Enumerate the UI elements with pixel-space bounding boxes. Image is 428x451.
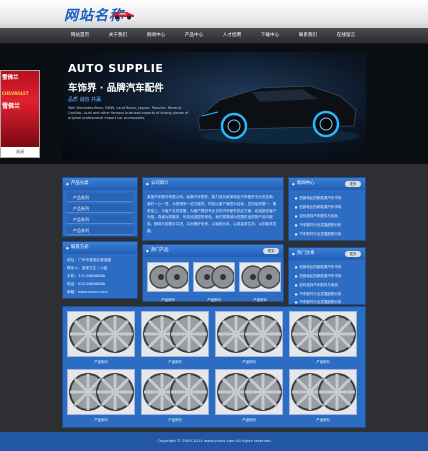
banner-slide[interactable]: AUTO SUPPLIE 车饰界 · 品牌汽车配件 品质 诚信 共赢 Well …	[62, 52, 366, 160]
hot-news-panel: 热门文章 更多 西部地区的新能源汽车市场 西部地区的新能源汽车市场 如何选择汽车…	[288, 247, 366, 305]
category-panel: 产品分类 产品系列 产品系列 产品系列 产品系列	[62, 177, 138, 237]
hot-news-item[interactable]: 汽车配件行业发展趋势分析	[295, 300, 341, 305]
gallery-thumb[interactable]	[215, 369, 283, 415]
wheel-image	[68, 370, 134, 414]
wheel-image	[194, 263, 235, 291]
news-item[interactable]: 西部地区的新能源汽车市场	[295, 205, 341, 210]
contact-mobile: 手机：131-88888888	[67, 274, 106, 278]
contact-panel: 联系方式 地址：广州市某某区某某路 联系人：某某先生 / 小姐 手机：131-8…	[62, 241, 138, 299]
about-panel: 公司简介 某某汽车配件有限公司，经营汽车配件，致力成为某某地区汽车配件专业供应商…	[142, 177, 284, 241]
product-caption: 产品系列	[253, 298, 267, 302]
contact-phone: 电话：020-88888888	[67, 282, 106, 286]
floating-ad[interactable]: 雪佛兰 CHEVROLET 雪佛兰 关闭	[0, 70, 40, 158]
news-item[interactable]: 汽车配件行业发展趋势分析	[295, 223, 341, 228]
contact-email: 邮箱：www.xxxxx.com	[67, 290, 108, 294]
hot-news-item[interactable]: 汽车配件行业发展趋势分析	[295, 292, 341, 297]
wheel-image	[290, 370, 356, 414]
hot-news-item[interactable]: 西部地区的新能源汽车市场	[295, 265, 341, 270]
gallery-caption: 产品系列	[242, 418, 256, 422]
hot-news-item[interactable]: 如何选择汽车配件与用品	[295, 283, 338, 288]
hot-products-panel: 热门产品 更多 产品系列 产品系列 产品系列	[142, 244, 284, 302]
ad-brand: 雪佛兰	[2, 75, 19, 81]
nav-home[interactable]: 网站首页	[62, 28, 98, 44]
wheel-image	[240, 263, 281, 291]
product-thumb[interactable]	[239, 262, 281, 292]
hot-products-more-button[interactable]: 更多	[263, 248, 279, 254]
nav-contact[interactable]: 联系我们	[290, 28, 326, 44]
news-item[interactable]: 如何选择汽车配件与用品	[295, 214, 338, 219]
gallery-caption: 产品系列	[168, 418, 182, 422]
copyright-text: Copyright © 2009-2014 www.yxxxx.com All …	[157, 438, 271, 443]
wheel-image	[142, 312, 208, 356]
nav-message[interactable]: 在线留言	[328, 28, 364, 44]
gallery-caption: 产品系列	[316, 418, 330, 422]
wheel-image	[216, 370, 282, 414]
category-item[interactable]: 产品系列	[67, 193, 133, 202]
news-item[interactable]: 汽车配件行业发展趋势分析	[295, 232, 341, 237]
product-caption: 产品系列	[161, 298, 175, 302]
gallery-caption: 产品系列	[168, 360, 182, 364]
product-gallery: 产品系列 产品系列 产品系列 产品系列 产品系列 产品系列 产品系列 产品系列	[62, 306, 366, 428]
red-car-logo-icon	[112, 12, 134, 20]
gallery-thumb[interactable]	[215, 311, 283, 357]
gallery-caption: 产品系列	[316, 360, 330, 364]
sports-car-image	[197, 85, 360, 144]
wheel-image	[216, 312, 282, 356]
nav-download[interactable]: 下载中心	[252, 28, 288, 44]
gallery-thumb[interactable]	[141, 311, 209, 357]
banner-text: Well Mercedes-Benz, BMW, Land Rover, Jag…	[68, 106, 189, 120]
category-title: 产品分类	[63, 178, 137, 190]
wheel-image	[68, 312, 134, 356]
category-item[interactable]: 产品系列	[67, 226, 133, 235]
about-text: 某某汽车配件有限公司，经营汽车配件，致力成为某某地区汽车配件专业供应商，我们一心…	[147, 195, 277, 233]
product-caption: 产品系列	[207, 298, 221, 302]
wheel-image	[290, 312, 356, 356]
wheel-image	[148, 263, 189, 291]
news-more-button[interactable]: 更多	[345, 181, 361, 187]
product-thumb[interactable]	[193, 262, 235, 292]
gallery-thumb[interactable]	[141, 369, 209, 415]
ad-brand-2: 雪佛兰	[2, 103, 21, 110]
banner: AUTO SUPPLIE 车饰界 · 品牌汽车配件 品质 诚信 共赢 Well …	[0, 44, 428, 164]
hot-products-title: 热门产品	[143, 245, 283, 257]
contact-address: 地址：广州市某某区某某路	[67, 258, 112, 262]
banner-subtitle: 车饰界 · 品牌汽车配件	[68, 83, 164, 94]
nav-news[interactable]: 新闻中心	[138, 28, 174, 44]
ad-close-button[interactable]: 关闭	[1, 149, 39, 155]
nav-about[interactable]: 关于我们	[100, 28, 136, 44]
gallery-caption: 产品系列	[94, 360, 108, 364]
wheel-image	[142, 370, 208, 414]
gallery-thumb[interactable]	[289, 311, 357, 357]
gallery-thumb[interactable]	[67, 369, 135, 415]
banner-title: AUTO SUPPLIE	[68, 62, 164, 75]
gallery-thumb[interactable]	[289, 369, 357, 415]
nav-products[interactable]: 产品中心	[176, 28, 212, 44]
footer: Copyright © 2009-2014 www.yxxxx.com All …	[0, 432, 428, 451]
news-item[interactable]: 西部地区的新能源汽车市场	[295, 196, 341, 201]
product-thumb[interactable]	[147, 262, 189, 292]
gallery-caption: 产品系列	[242, 360, 256, 364]
ad-brand-en: CHEVROLET	[2, 91, 29, 96]
hot-news-item[interactable]: 西部地区的新能源汽车市场	[295, 274, 341, 279]
news-panel: 新闻中心 更多 西部地区的新能源汽车市场 西部地区的新能源汽车市场 如何选择汽车…	[288, 177, 366, 241]
gallery-caption: 产品系列	[94, 418, 108, 422]
hot-news-more-button[interactable]: 更多	[345, 251, 361, 257]
banner-tags: 品质 诚信 共赢	[68, 97, 102, 103]
main-nav: 网站首页 关于我们 新闻中心 产品中心 人才招聘 下载中心 联系我们 在线留言	[0, 28, 428, 44]
contact-person: 联系人：某某先生 / 小姐	[67, 266, 108, 270]
nav-jobs[interactable]: 人才招聘	[214, 28, 250, 44]
about-title: 公司简介	[143, 178, 283, 190]
category-item[interactable]: 产品系列	[67, 204, 133, 213]
gallery-thumb[interactable]	[67, 311, 135, 357]
contact-title: 联系方式	[63, 242, 137, 254]
top-header: 网站名称	[0, 0, 428, 28]
category-item[interactable]: 产品系列	[67, 215, 133, 224]
